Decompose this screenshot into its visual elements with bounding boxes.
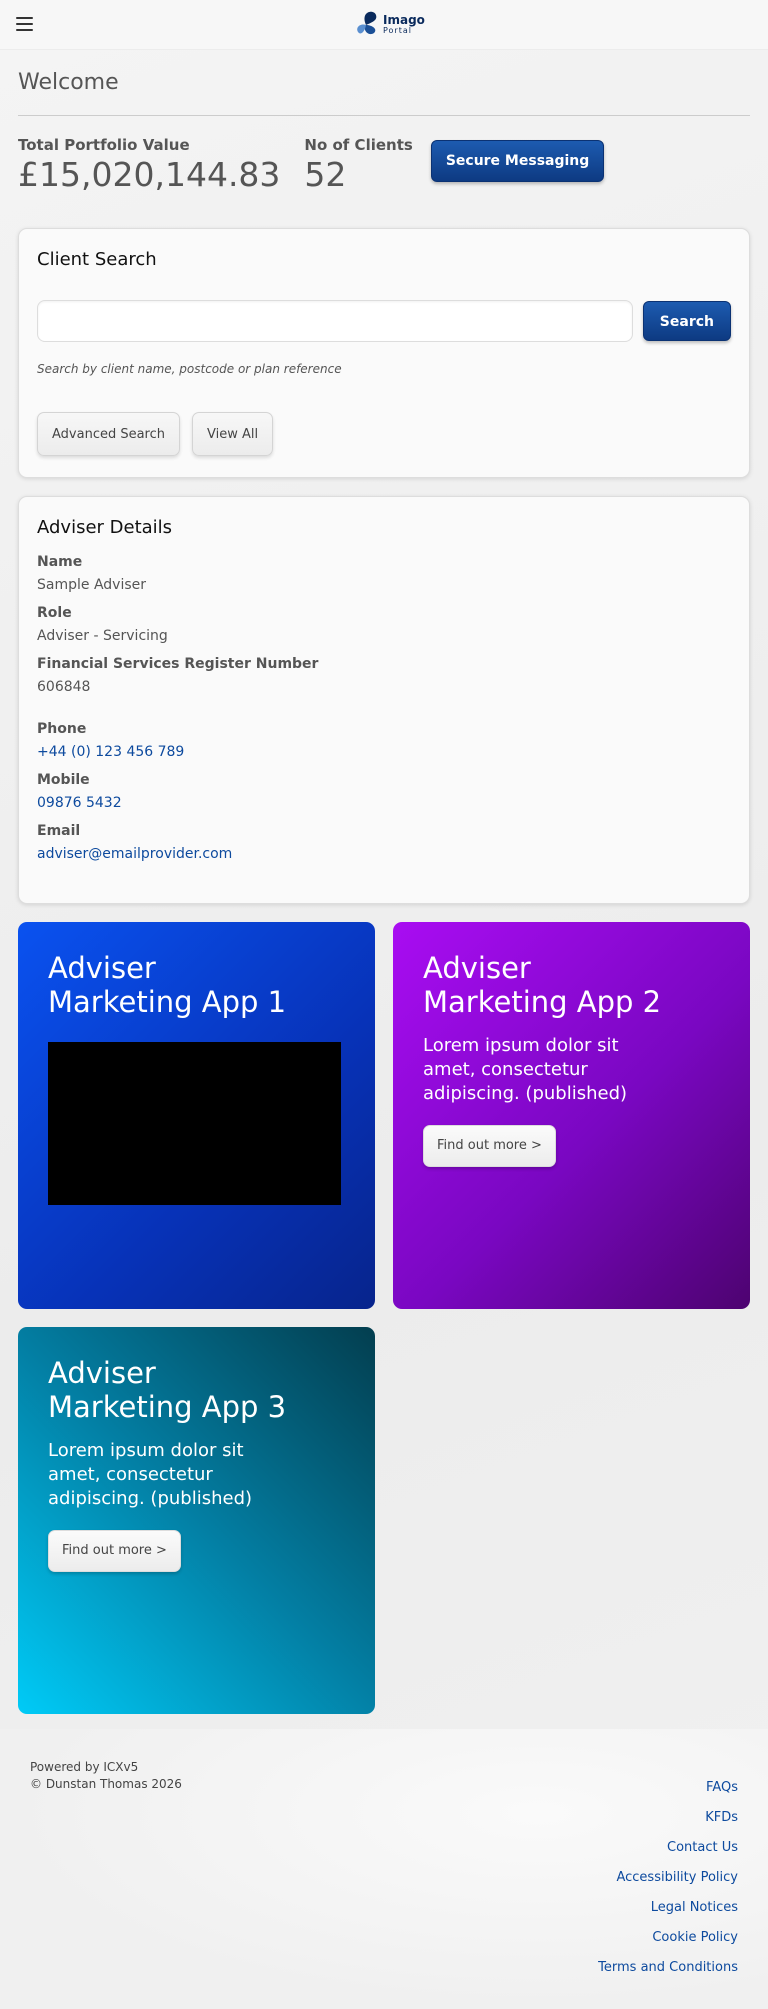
portfolio-value: £15,020,144.83 [18,155,281,194]
logo-main-text: Imago [383,12,425,27]
phone-label: Phone [37,721,87,737]
tile-title: Adviser Marketing App 3 [48,1356,345,1425]
view-all-button[interactable]: View All [192,412,274,456]
portfolio-stat: Total Portfolio Value £15,020,144.83 [18,136,280,193]
find-out-more-button[interactable]: Find out more > [423,1124,556,1167]
mobile-label: Mobile [37,772,90,788]
footer-link-cookie-policy[interactable]: Cookie Policy [598,1929,738,1946]
client-search-card: Client Search Search Search by client na… [18,228,750,478]
name-label: Name [37,554,83,570]
footer-link-kfds[interactable]: KFDs [598,1809,738,1826]
name-value: Sample Adviser [37,577,146,593]
client-search-title: Client Search [37,249,157,270]
adviser-details-title: Adviser Details [37,517,173,538]
secure-messaging-button[interactable]: Secure Messaging [430,140,605,182]
marketing-tile-3: Adviser Marketing App 3 Lorem ipsum dolo… [18,1327,375,1714]
logo[interactable]: Imago Portal [352,9,425,39]
page-title: Welcome [18,50,750,116]
tile-title-line: Adviser [48,1356,156,1390]
email-label: Email [37,823,81,839]
stats-row: Total Portfolio Value £15,020,144.83 No … [18,136,750,228]
butterfly-logo-icon [357,11,377,35]
top-bar: Imago Portal [0,0,768,50]
tile-title: Adviser Marketing App 1 [48,951,345,1020]
portfolio-label: Total Portfolio Value [18,136,190,154]
footer-link-contact-us[interactable]: Contact Us [598,1839,738,1856]
clients-stat: No of Clients 52 [304,136,412,193]
footer-link-accessibility-policy[interactable]: Accessibility Policy [598,1869,738,1886]
footer: Powered by ICXv5 © Dunstan Thomas 2026 F… [0,1729,768,2009]
footer-link-terms-and-conditions[interactable]: Terms and Conditions [598,1959,738,1976]
powered-by: Powered by ICXv5 [30,1760,139,1774]
marketing-tile-2: Adviser Marketing App 2 Lorem ipsum dolo… [393,922,750,1309]
search-button[interactable]: Search [642,301,731,341]
footer-link-legal-notices[interactable]: Legal Notices [598,1899,738,1916]
find-out-more-button[interactable]: Find out more > [48,1529,181,1572]
phone-link[interactable]: +44 (0) 123 456 789 [37,744,731,760]
role-label: Role [37,605,72,621]
client-search-input[interactable] [37,300,633,342]
marketing-tiles: Adviser Marketing App 1 Adviser Marketin… [18,922,750,1714]
marketing-tile-1: Adviser Marketing App 1 [18,922,375,1309]
advanced-search-button[interactable]: Advanced Search [37,412,181,456]
clients-value: 52 [304,155,347,194]
search-actions: Advanced Search View All [37,412,731,456]
email-link[interactable]: adviser@emailprovider.com [37,846,731,862]
menu-icon[interactable] [16,17,33,31]
tile-body: Lorem ipsum dolor sit amet, consectetur … [423,1034,628,1105]
mobile-link[interactable]: 09876 5432 [37,795,731,811]
tile-title: Adviser Marketing App 2 [423,951,720,1020]
search-row: Search [37,300,731,342]
main-content: Welcome Total Portfolio Value £15,020,14… [0,50,768,1714]
clients-label: No of Clients [304,136,413,154]
video-player[interactable] [48,1041,341,1205]
tile-title-line: Marketing App 3 [48,1389,287,1424]
search-hint: Search by client name, postcode or plan … [37,362,342,376]
tile-body: Lorem ipsum dolor sit amet, consectetur … [48,1439,253,1510]
logo-sub-text: Portal [383,25,412,35]
tile-title-line: Adviser [423,951,531,985]
footer-link-faqs[interactable]: FAQs [598,1779,738,1796]
fsr-label: Financial Services Register Number [37,656,319,672]
tile-title-line: Marketing App 1 [48,984,287,1019]
role-value: Adviser - Servicing [37,628,168,644]
adviser-details-card: Adviser Details Name Sample Adviser Role… [18,496,750,904]
fsr-value: 606848 [37,679,91,695]
tile-title-line: Adviser [48,951,156,985]
tile-title-line: Marketing App 2 [423,984,662,1019]
footer-links: FAQs KFDs Contact Us Accessibility Polic… [598,1779,738,1989]
